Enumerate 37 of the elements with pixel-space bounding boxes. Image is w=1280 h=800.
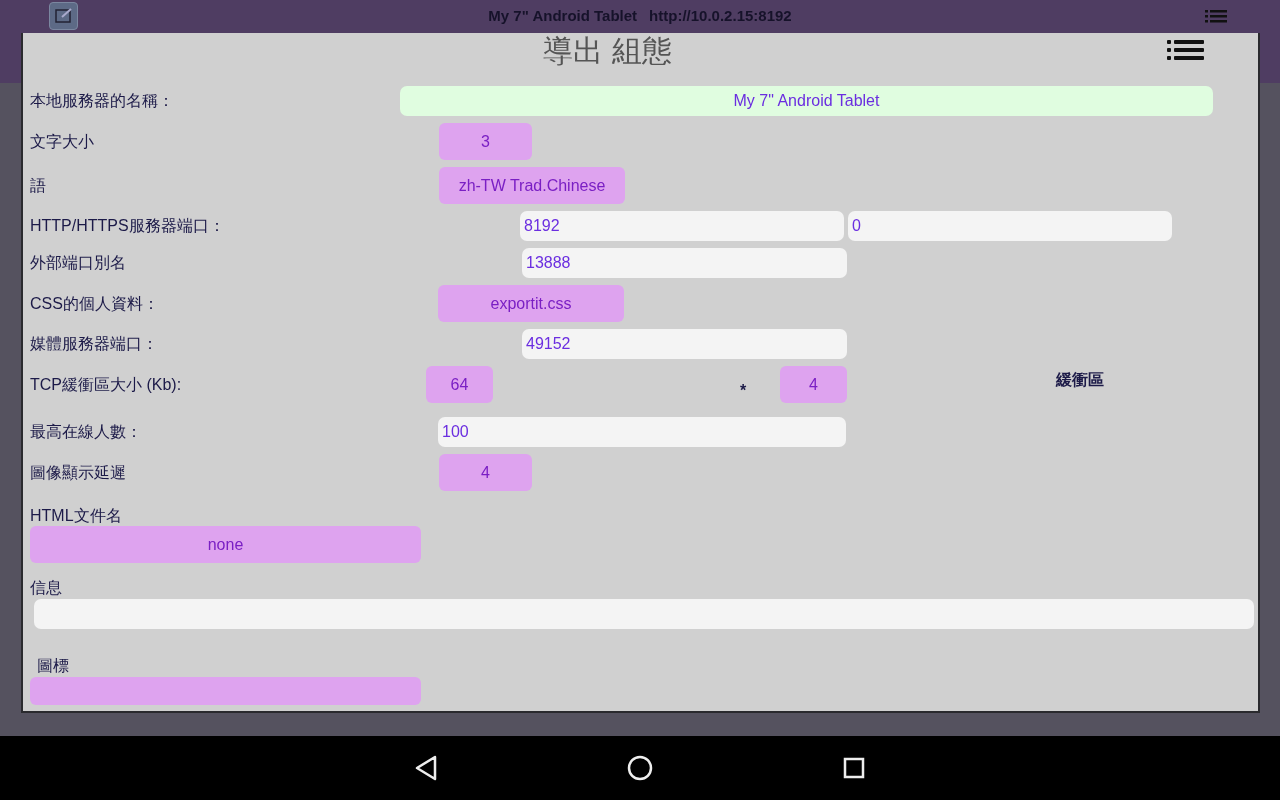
field-label: 語 — [30, 175, 47, 196]
field-label: 最高在線人數： — [30, 422, 143, 442]
field-label: 外部端口別名 — [30, 253, 127, 273]
dropdown-button[interactable]: none — [30, 526, 421, 563]
field-label: HTTP/HTTPS服務器端口： — [30, 216, 226, 236]
dropdown-button[interactable]: 4 — [439, 454, 532, 491]
input-field[interactable]: 0 — [848, 211, 1172, 241]
input-field[interactable]: 49152 — [522, 329, 847, 359]
home-icon[interactable] — [627, 755, 653, 781]
dropdown-button[interactable]: 64 — [426, 366, 493, 403]
field-label: 媒體服務器端口： — [30, 334, 159, 354]
input-field[interactable] — [34, 599, 1254, 629]
field-text: 緩衝區 — [1056, 370, 1105, 390]
input-field[interactable]: 13888 — [522, 248, 847, 278]
dialog-title: 導出 組態 — [542, 33, 673, 70]
back-icon[interactable] — [415, 755, 437, 781]
dropdown-button[interactable]: 3 — [439, 123, 532, 160]
field-label: 圖標 — [37, 656, 70, 676]
server-name-field[interactable]: My 7" Android Tablet — [400, 86, 1213, 116]
input-field[interactable]: 100 — [438, 417, 846, 447]
field-label: 圖像顯示延遲 — [30, 462, 127, 483]
field-label: 信息 — [30, 578, 63, 598]
recents-icon[interactable] — [843, 757, 865, 779]
field-label: HTML文件名 — [30, 506, 123, 526]
dropdown-button[interactable]: exportit.css — [438, 285, 624, 322]
field-label: 本地服務器的名稱： — [30, 91, 175, 111]
server-url: http://10.0.2.15:8192 — [649, 6, 792, 27]
app-logo-icon[interactable] — [49, 2, 78, 30]
app-title: My 7" Android Tablet — [488, 6, 638, 27]
field-text: * — [740, 381, 748, 401]
field-label: TCP緩衝區大小 (Kb): — [30, 374, 183, 395]
dropdown-button[interactable]: 4 — [780, 366, 847, 403]
dropdown-button[interactable]: zh-TW Trad.Chinese — [439, 167, 625, 204]
menu-icon[interactable] — [1167, 40, 1204, 60]
field-label: 文字大小 — [30, 131, 95, 152]
input-field[interactable]: 8192 — [520, 211, 844, 241]
field-label: CSS的個人資料： — [30, 293, 160, 314]
